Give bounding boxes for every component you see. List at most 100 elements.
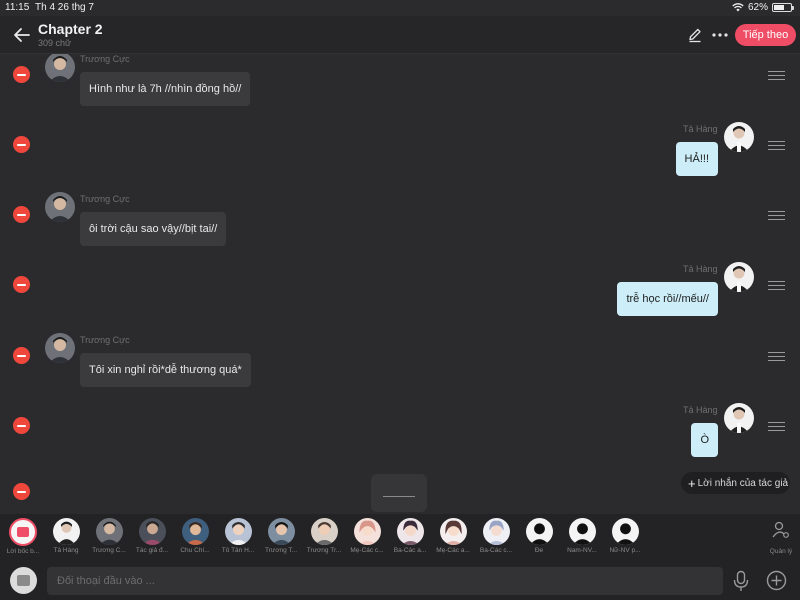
avatar xyxy=(45,192,75,222)
manage-label: Quản lý xyxy=(769,548,793,555)
avatar xyxy=(181,518,209,545)
message-bubble[interactable]: HẢ!!! xyxy=(675,142,718,176)
character-name: Trương C... xyxy=(92,547,126,554)
drag-handle-icon[interactable] xyxy=(768,71,785,81)
sender-name: Tả Hàng xyxy=(683,405,718,415)
character-item[interactable]: Đe xyxy=(519,518,559,554)
drag-handle-icon[interactable] xyxy=(768,211,785,221)
battery-icon xyxy=(772,3,794,12)
character-name: Tô Tân H... xyxy=(221,547,255,554)
character-item[interactable]: Chu Chí... xyxy=(175,518,215,554)
avatar xyxy=(724,262,754,292)
character-item[interactable]: Nữ-NV p... xyxy=(605,518,645,554)
status-date: Th 4 26 thg 7 xyxy=(35,2,94,13)
avatar xyxy=(52,518,80,545)
character-name: Nữ-NV p... xyxy=(609,547,641,554)
avatar xyxy=(310,518,338,545)
character-item[interactable]: Tác giả đ... xyxy=(132,518,172,554)
drag-handle-icon[interactable] xyxy=(768,141,785,151)
character-name: Mẹ-Các a... xyxy=(436,547,470,554)
message-bubble[interactable]: Ò xyxy=(691,423,718,457)
delete-message-button[interactable] xyxy=(13,483,30,500)
sender-name: Tả Hàng xyxy=(683,124,718,134)
message-bubble[interactable]: Tôi xin nghỉ rồi*dễ thương quá* xyxy=(80,353,251,387)
avatar xyxy=(45,333,75,363)
battery-percent: 62% xyxy=(747,2,768,13)
character-item[interactable]: Tả Hàng xyxy=(46,518,86,554)
status-time: 11:15 xyxy=(5,2,30,13)
message-bubble[interactable]: trễ học rồi//mếu// xyxy=(617,282,718,316)
character-item[interactable]: Mẹ-Các c... xyxy=(347,518,387,554)
character-name: Tả Hàng xyxy=(53,547,79,554)
avatar xyxy=(724,122,754,152)
message-bubble[interactable]: ôi trời cậu sao vậy//bịt tai// xyxy=(80,212,227,246)
narration-toggle-icon[interactable] xyxy=(10,567,37,594)
wifi-icon xyxy=(732,3,744,12)
character-name: Trương Tr... xyxy=(306,547,342,554)
avatar xyxy=(439,518,467,545)
character-name: Mẹ-Các c... xyxy=(350,547,384,554)
more-options-icon[interactable] xyxy=(711,26,729,44)
character-name: Lời bốc b... xyxy=(6,548,40,555)
character-name: Trương T... xyxy=(264,547,298,554)
character-item[interactable]: Trương T... xyxy=(261,518,301,554)
delete-message-button[interactable] xyxy=(13,417,30,434)
sender-name: Trương Cực xyxy=(80,194,130,204)
microphone-icon[interactable] xyxy=(732,570,750,592)
character-name: Đe xyxy=(534,547,544,554)
chapter-header: Chapter 2 309 chữ Tiếp theo xyxy=(0,16,800,54)
character-name: Ba-Các a... xyxy=(393,547,427,554)
add-icon[interactable] xyxy=(766,570,787,591)
avatar xyxy=(45,54,75,82)
pencil-icon[interactable] xyxy=(686,26,704,44)
sender-name: Trương Cực xyxy=(80,335,130,345)
drag-handle-icon[interactable] xyxy=(768,422,785,432)
manage-characters-button[interactable]: Quản lý xyxy=(766,520,796,555)
word-count: 309 chữ xyxy=(38,38,72,48)
character-name: Chu Chí... xyxy=(180,547,210,554)
message-bubble[interactable]: Hình như là 7h //nhìn đồng hồ// xyxy=(80,72,251,106)
next-chapter-button[interactable]: Tiếp theo xyxy=(735,24,796,46)
character-item[interactable]: Ba-Các a... xyxy=(390,518,430,554)
chapter-title: Chapter 2 xyxy=(38,21,103,37)
character-item[interactable]: Tô Tân H... xyxy=(218,518,258,554)
narration-icon xyxy=(9,518,37,546)
author-note-label: Lời nhắn của tác giả xyxy=(697,477,789,489)
avatar xyxy=(525,518,553,545)
avatar xyxy=(482,518,510,545)
character-item[interactable]: Mẹ-Các a... xyxy=(433,518,473,554)
delete-message-button[interactable] xyxy=(13,206,30,223)
drag-handle-icon[interactable] xyxy=(768,352,785,362)
character-name: Nam-NV... xyxy=(567,547,597,554)
dialogue-input[interactable] xyxy=(47,567,723,595)
chat-area: Trương Cực Hình như là 7h //nhìn đồng hồ… xyxy=(0,54,800,514)
author-note-button[interactable]: + Lời nhắn của tác giả xyxy=(681,472,790,494)
avatar xyxy=(568,518,596,545)
character-item[interactable]: Nam-NV... xyxy=(562,518,602,554)
drag-handle-icon[interactable] xyxy=(768,281,785,291)
avatar xyxy=(611,518,639,545)
character-item[interactable]: Ba-Các c... xyxy=(476,518,516,554)
delete-message-button[interactable] xyxy=(13,66,30,83)
character-item[interactable]: Trương C... xyxy=(89,518,129,554)
character-name: Tác giả đ... xyxy=(135,547,169,554)
delete-message-button[interactable] xyxy=(13,136,30,153)
character-bar: Lời bốc b... Tả Hàng Trương C... Tác giả… xyxy=(0,514,800,560)
avatar xyxy=(138,518,166,545)
plus-icon: + xyxy=(688,475,696,491)
sender-name: Trương Cực xyxy=(80,54,130,64)
avatar xyxy=(224,518,252,545)
avatar xyxy=(267,518,295,545)
avatar xyxy=(396,518,424,545)
avatar xyxy=(724,403,754,433)
delete-message-button[interactable] xyxy=(13,347,30,364)
sender-name: Tả Hàng xyxy=(683,264,718,274)
narration-bubble[interactable] xyxy=(371,474,427,512)
back-arrow-icon[interactable] xyxy=(12,25,32,45)
manage-user-icon xyxy=(772,521,789,538)
character-narration[interactable]: Lời bốc b... xyxy=(3,518,43,555)
delete-message-button[interactable] xyxy=(13,276,30,293)
character-item[interactable]: Trương Tr... xyxy=(304,518,344,554)
avatar xyxy=(95,518,123,545)
avatar xyxy=(353,518,381,545)
